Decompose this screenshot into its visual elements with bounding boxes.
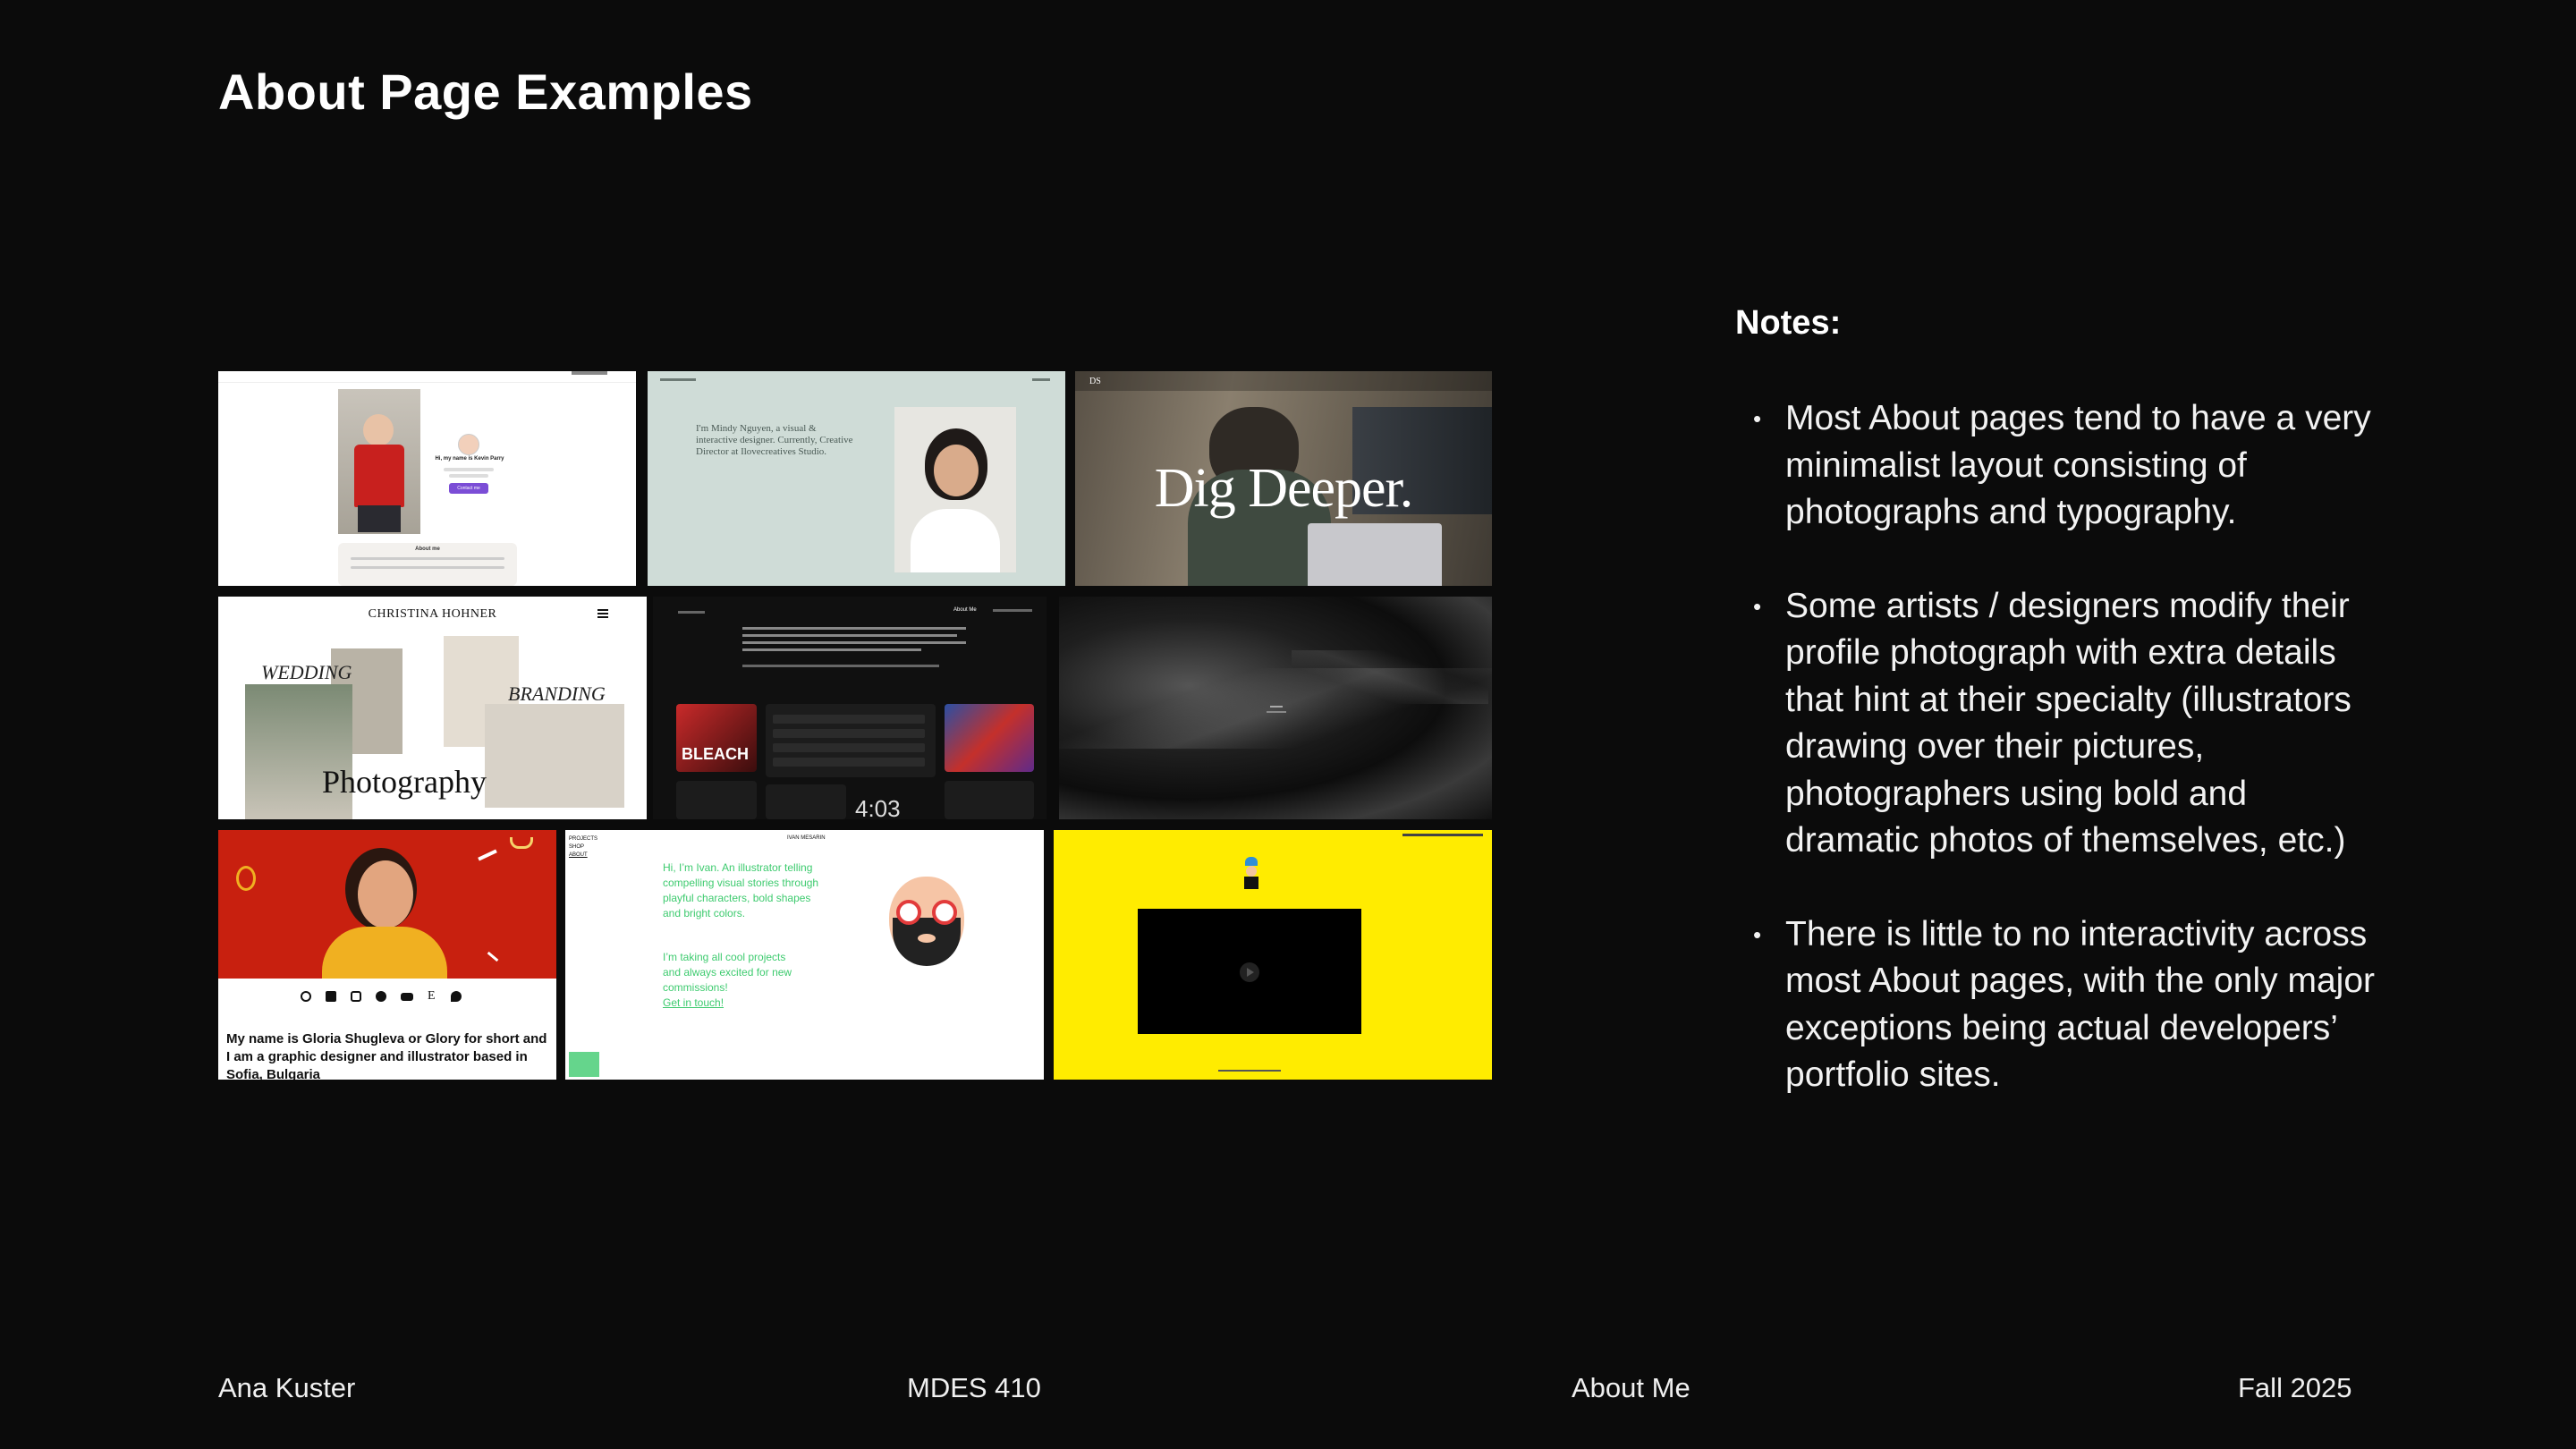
christina-wedding: WEDDING <box>261 661 352 683</box>
youtube-icon[interactable] <box>401 993 413 1001</box>
kevin-about-heading: About me <box>415 547 440 552</box>
yellow-character-icon <box>1241 857 1261 889</box>
note-item: Most About pages tend to have a very min… <box>1753 395 2379 537</box>
thumb-mindy-nguyen: I'm Mindy Nguyen, a visual & interactive… <box>648 371 1065 586</box>
ivan-avatar-illustration <box>884 877 970 966</box>
christina-photography: Photography <box>322 764 487 800</box>
ivan-nav-about[interactable]: ABOUT <box>569 852 605 860</box>
instagram-icon[interactable] <box>351 991 361 1002</box>
thumb-ivan-mesarin: PROJECTS SHOP ABOUT IVAN MESARIN Hi, I’m… <box>565 830 1044 1080</box>
play-icon[interactable] <box>1240 962 1259 982</box>
ivan-cta: I’m taking all cool projects and always … <box>663 951 792 994</box>
ivan-contact-link[interactable]: Get in touch! <box>663 996 724 1009</box>
mindy-intro: I'm Mindy Nguyen, a visual & interactive… <box>696 423 853 457</box>
kevin-contact-button[interactable]: Contact me <box>449 483 488 494</box>
ivan-header: IVAN MESARIN <box>787 835 826 841</box>
thumb-yellow-video <box>1054 830 1492 1080</box>
gloria-social-icons: E <box>297 989 476 1004</box>
video-player[interactable] <box>1138 909 1361 1034</box>
footer-author: Ana Kuster <box>218 1372 356 1403</box>
slide-title: About Page Examples <box>218 64 753 120</box>
ivan-nav: PROJECTS SHOP ABOUT <box>569 835 605 860</box>
ivan-nav-projects[interactable]: PROJECTS <box>569 835 605 843</box>
kevin-greeting: Hi, my name is Kevin Parry <box>435 456 504 462</box>
thumb-developer-dashboard: About Me BLEACH 4:03 <box>653 597 1046 819</box>
thumb-christina-hohner: CHRISTINA HOHNER WEDDING BRANDING Photog… <box>218 597 647 819</box>
dribbble-icon[interactable] <box>301 991 311 1002</box>
mindy-photo <box>894 407 1016 572</box>
notes-heading: Notes: <box>1735 304 1842 342</box>
patreon-icon[interactable] <box>451 991 462 1002</box>
dev-clock: 4:03 <box>855 795 901 819</box>
footer-course: MDES 410 <box>907 1372 1041 1403</box>
thumb-kevin-parry: Hi, my name is Kevin Parry Contact me Ab… <box>218 371 636 586</box>
etsy-icon[interactable]: E <box>428 989 436 1004</box>
dig-headline: Dig Deeper. <box>1154 458 1414 519</box>
footer-term: Fall 2025 <box>2238 1372 2352 1403</box>
christina-name: CHRISTINA HOHNER <box>368 607 497 621</box>
kevin-photo <box>338 389 420 534</box>
facebook-icon[interactable] <box>376 991 386 1002</box>
dev-media-tile: BLEACH <box>676 704 757 772</box>
thumb-dark-fabric <box>1059 597 1492 819</box>
linkedin-icon[interactable] <box>326 991 336 1002</box>
note-item: There is little to no interactivity acro… <box>1753 911 2379 1099</box>
christina-branding: BRANDING <box>508 682 606 705</box>
thumb-gloria-shugleva: E My name is Gloria Shugleva or Glory fo… <box>218 830 556 1080</box>
gloria-bio: My name is Gloria Shugleva or Glory for … <box>226 1031 547 1080</box>
thumb-dig-deeper: DS Dig Deeper. <box>1075 371 1492 586</box>
ivan-intro: Hi, I’m Ivan. An illustrator telling com… <box>663 861 819 919</box>
ivan-nav-shop[interactable]: SHOP <box>569 843 605 852</box>
note-item: Some artists / designers modify their pr… <box>1753 583 2379 865</box>
dev-nav-about[interactable]: About Me <box>953 607 977 613</box>
footer-topic: About Me <box>1572 1372 1690 1403</box>
menu-icon[interactable] <box>597 609 608 618</box>
notes-list: Most About pages tend to have a very min… <box>1753 395 2379 1146</box>
dig-logo: DS <box>1089 377 1101 386</box>
